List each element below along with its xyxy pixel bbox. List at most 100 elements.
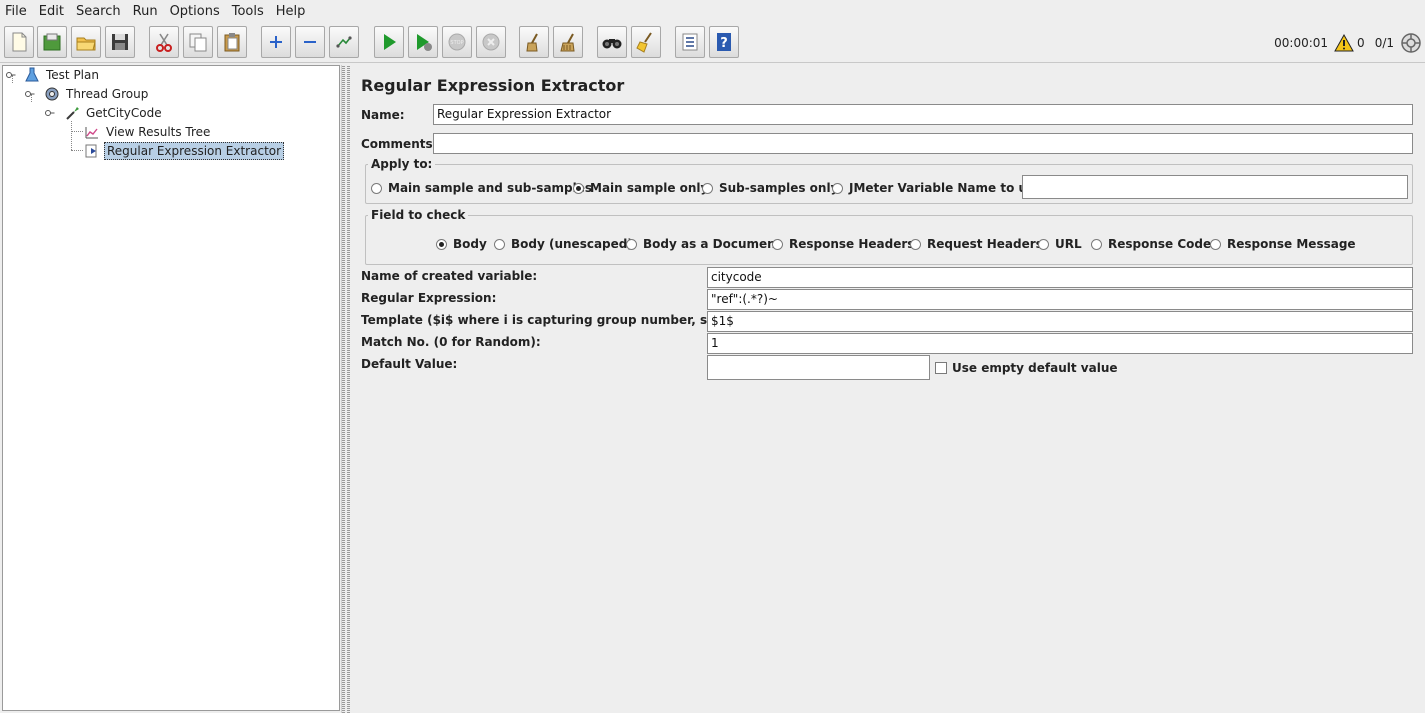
status-area: 00:00:01 0 0/1 [1274,23,1425,63]
radio-sub-samples-only[interactable]: Sub-samples only [702,181,838,195]
default-value-field[interactable] [707,355,930,380]
tree-node-label: Regular Expression Extractor [104,142,285,160]
radio-label: JMeter Variable Name to use [849,181,1043,195]
tree-node-label: Thread Group [66,87,149,101]
radio-response-headers[interactable]: Response Headers [772,237,914,251]
toggle-button[interactable] [329,26,359,58]
search-icon [602,39,622,49]
created-variable-label: Name of created variable: [361,269,538,283]
radio-jmeter-variable[interactable]: JMeter Variable Name to use [832,181,1042,195]
jmeter-variable-name-field[interactable] [1022,175,1408,199]
tree-toggle-icon[interactable] [45,108,55,118]
shutdown-button[interactable] [476,26,506,58]
start-no-pauses-button[interactable] [408,26,438,58]
menu-help[interactable]: Help [270,4,312,19]
radio-label: URL [1055,237,1082,251]
paste-icon [224,33,240,52]
new-icon [12,32,27,52]
radio-label: Body as a Document [643,237,782,251]
radio-label: Response Headers [789,237,915,251]
comments-field[interactable] [433,133,1413,154]
svg-text:?: ? [720,36,728,51]
radio-url[interactable]: URL [1038,237,1082,251]
radio-body-as-document[interactable]: Body as a Document [626,237,781,251]
tree-node-thread-group[interactable]: Thread Group [43,85,150,103]
menu-file[interactable]: File [0,4,33,19]
clear-all-button[interactable] [553,26,583,58]
tree-toggle-icon[interactable] [25,89,35,99]
collapse-icon [304,41,316,43]
apply-to-legend: Apply to: [371,157,433,171]
radio-response-code[interactable]: Response Code [1091,237,1211,251]
save-button[interactable] [105,26,135,58]
radio-request-headers[interactable]: Request Headers [910,237,1043,251]
name-field[interactable]: Regular Expression Extractor [433,104,1413,125]
collapse-all-button[interactable] [295,26,325,58]
reset-search-icon [636,32,652,53]
menu-tools[interactable]: Tools [226,4,270,19]
elapsed-time: 00:00:01 [1274,36,1329,50]
radio-body[interactable]: Body [436,237,487,251]
radio-main-sample-only[interactable]: Main sample only [573,181,708,195]
thread-count: 0/1 [1374,36,1394,50]
radio-body-unescaped[interactable]: Body (unescaped) [494,237,633,251]
template-field[interactable]: $1$ [707,311,1413,332]
checkbox-icon [935,362,947,374]
created-variable-field[interactable]: citycode [707,267,1413,288]
save-icon [112,34,128,50]
tree-node-label: Test Plan [46,68,99,82]
radio-icon [1091,238,1102,250]
templates-button[interactable] [37,26,67,58]
stop-button[interactable]: STOP [442,26,472,58]
shutdown-icon [482,33,500,51]
tree-connector [71,150,83,151]
radio-label: Response Code [1108,237,1212,251]
test-plan-tree[interactable]: Test Plan Thread Group GetCityCode View … [2,65,340,711]
radio-icon [626,238,637,250]
name-label: Name: [361,108,405,122]
tree-node-getcitycode[interactable]: GetCityCode [63,104,164,122]
open-button[interactable] [71,26,101,58]
paste-button[interactable] [217,26,247,58]
radio-icon [1210,238,1221,250]
cut-button[interactable] [149,26,179,58]
cut-icon [156,33,172,52]
tree-node-view-results-tree[interactable]: View Results Tree [83,123,212,141]
menu-search[interactable]: Search [70,4,127,19]
sampler-icon [63,104,81,122]
function-helper-icon [682,33,698,51]
new-button[interactable] [4,26,34,58]
use-empty-default-checkbox[interactable]: Use empty default value [935,361,1118,375]
warning-icon[interactable] [1334,34,1354,52]
tree-toggle-icon[interactable] [6,70,16,80]
default-value-label: Default Value: [361,357,458,371]
tree-node-regular-expression-extractor[interactable]: Regular Expression Extractor [83,142,285,160]
open-icon [76,37,96,51]
radio-response-message[interactable]: Response Message [1210,237,1356,251]
radio-main-and-sub-samples[interactable]: Main sample and sub-samples [371,181,592,195]
function-helper-button[interactable] [675,26,705,58]
radio-selected-icon [436,238,447,250]
search-button[interactable] [597,26,627,58]
copy-button[interactable] [183,26,213,58]
start-button[interactable] [374,26,404,58]
menu-edit[interactable]: Edit [33,4,70,19]
regular-expression-field[interactable]: "ref":(.*?)~ [707,289,1413,310]
test-plan-icon [23,66,41,84]
help-button[interactable]: ? [709,26,739,58]
warning-count: 0 [1357,36,1365,50]
tree-connector [71,121,72,150]
tree-node-test-plan[interactable]: Test Plan [23,66,101,84]
splitter-handle[interactable] [341,65,350,713]
menu-options[interactable]: Options [164,4,226,19]
match-no-label: Match No. (0 for Random): [361,335,541,349]
radio-icon [772,238,783,250]
tree-node-label: GetCityCode [86,106,162,120]
post-processor-icon [83,142,101,160]
clear-button[interactable] [519,26,549,58]
expand-all-button[interactable] [261,26,291,58]
radio-label: Body (unescaped) [511,237,633,251]
match-no-field[interactable]: 1 [707,333,1413,354]
menu-run[interactable]: Run [127,4,164,19]
reset-search-button[interactable] [631,26,661,58]
